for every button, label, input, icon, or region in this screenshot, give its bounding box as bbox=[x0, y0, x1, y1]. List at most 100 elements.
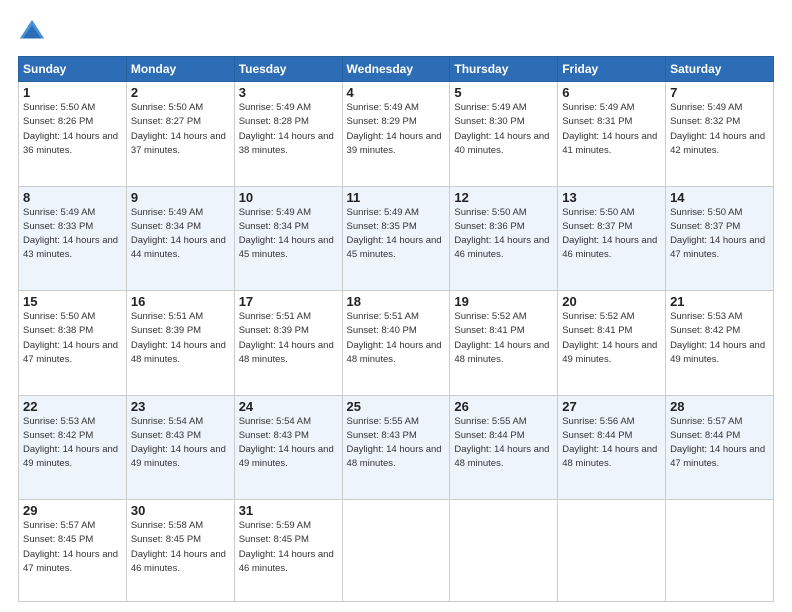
day-info: Sunrise: 5:55 AM Sunset: 8:43 PM Dayligh… bbox=[347, 415, 446, 472]
daylight-label: Daylight: 14 hours and 49 minutes. bbox=[239, 444, 334, 469]
sunset-label: Sunset: 8:29 PM bbox=[347, 116, 417, 127]
day-number: 19 bbox=[454, 294, 553, 309]
sunset-label: Sunset: 8:45 PM bbox=[239, 534, 309, 545]
daylight-label: Daylight: 14 hours and 48 minutes. bbox=[454, 340, 549, 365]
day-info: Sunrise: 5:58 AM Sunset: 8:45 PM Dayligh… bbox=[131, 519, 230, 576]
table-row: 9 Sunrise: 5:49 AM Sunset: 8:34 PM Dayli… bbox=[126, 186, 234, 291]
daylight-label: Daylight: 14 hours and 38 minutes. bbox=[239, 131, 334, 156]
daylight-label: Daylight: 14 hours and 47 minutes. bbox=[670, 444, 765, 469]
sunset-label: Sunset: 8:44 PM bbox=[562, 430, 632, 441]
table-row: 23 Sunrise: 5:54 AM Sunset: 8:43 PM Dayl… bbox=[126, 395, 234, 500]
daylight-label: Daylight: 14 hours and 48 minutes. bbox=[131, 340, 226, 365]
sunset-label: Sunset: 8:42 PM bbox=[23, 430, 93, 441]
sunset-label: Sunset: 8:41 PM bbox=[454, 325, 524, 336]
day-number: 17 bbox=[239, 294, 338, 309]
sunset-label: Sunset: 8:34 PM bbox=[239, 221, 309, 232]
header bbox=[18, 18, 774, 46]
table-row: 20 Sunrise: 5:52 AM Sunset: 8:41 PM Dayl… bbox=[558, 291, 666, 396]
daylight-label: Daylight: 14 hours and 40 minutes. bbox=[454, 131, 549, 156]
day-number: 29 bbox=[23, 503, 122, 518]
day-info: Sunrise: 5:54 AM Sunset: 8:43 PM Dayligh… bbox=[131, 415, 230, 472]
sunrise-label: Sunrise: 5:57 AM bbox=[23, 520, 95, 531]
sunrise-label: Sunrise: 5:51 AM bbox=[239, 311, 311, 322]
logo bbox=[18, 18, 50, 46]
sunrise-label: Sunrise: 5:50 AM bbox=[131, 102, 203, 113]
sunrise-label: Sunrise: 5:53 AM bbox=[23, 416, 95, 427]
table-row: 26 Sunrise: 5:55 AM Sunset: 8:44 PM Dayl… bbox=[450, 395, 558, 500]
daylight-label: Daylight: 14 hours and 49 minutes. bbox=[131, 444, 226, 469]
sunset-label: Sunset: 8:27 PM bbox=[131, 116, 201, 127]
daylight-label: Daylight: 14 hours and 46 minutes. bbox=[131, 549, 226, 574]
daylight-label: Daylight: 14 hours and 41 minutes. bbox=[562, 131, 657, 156]
table-row: 10 Sunrise: 5:49 AM Sunset: 8:34 PM Dayl… bbox=[234, 186, 342, 291]
sunrise-label: Sunrise: 5:50 AM bbox=[23, 311, 95, 322]
sunset-label: Sunset: 8:40 PM bbox=[347, 325, 417, 336]
table-row bbox=[342, 500, 450, 602]
sunrise-label: Sunrise: 5:50 AM bbox=[670, 207, 742, 218]
day-number: 14 bbox=[670, 190, 769, 205]
table-row: 25 Sunrise: 5:55 AM Sunset: 8:43 PM Dayl… bbox=[342, 395, 450, 500]
table-row bbox=[666, 500, 774, 602]
calendar-table: Sunday Monday Tuesday Wednesday Thursday… bbox=[18, 56, 774, 602]
sunrise-label: Sunrise: 5:56 AM bbox=[562, 416, 634, 427]
day-info: Sunrise: 5:49 AM Sunset: 8:34 PM Dayligh… bbox=[239, 206, 338, 263]
day-number: 23 bbox=[131, 399, 230, 414]
sunrise-label: Sunrise: 5:53 AM bbox=[670, 311, 742, 322]
sunset-label: Sunset: 8:41 PM bbox=[562, 325, 632, 336]
sunrise-label: Sunrise: 5:52 AM bbox=[562, 311, 634, 322]
sunset-label: Sunset: 8:39 PM bbox=[131, 325, 201, 336]
sunrise-label: Sunrise: 5:49 AM bbox=[562, 102, 634, 113]
sunset-label: Sunset: 8:31 PM bbox=[562, 116, 632, 127]
sunset-label: Sunset: 8:44 PM bbox=[454, 430, 524, 441]
sunset-label: Sunset: 8:43 PM bbox=[239, 430, 309, 441]
sunrise-label: Sunrise: 5:49 AM bbox=[239, 102, 311, 113]
day-number: 26 bbox=[454, 399, 553, 414]
sunset-label: Sunset: 8:35 PM bbox=[347, 221, 417, 232]
day-number: 21 bbox=[670, 294, 769, 309]
table-row: 16 Sunrise: 5:51 AM Sunset: 8:39 PM Dayl… bbox=[126, 291, 234, 396]
sunrise-label: Sunrise: 5:58 AM bbox=[131, 520, 203, 531]
table-row: 7 Sunrise: 5:49 AM Sunset: 8:32 PM Dayli… bbox=[666, 82, 774, 187]
day-number: 16 bbox=[131, 294, 230, 309]
col-monday: Monday bbox=[126, 57, 234, 82]
day-number: 3 bbox=[239, 85, 338, 100]
day-number: 31 bbox=[239, 503, 338, 518]
day-info: Sunrise: 5:52 AM Sunset: 8:41 PM Dayligh… bbox=[562, 310, 661, 367]
sunset-label: Sunset: 8:37 PM bbox=[562, 221, 632, 232]
sunset-label: Sunset: 8:45 PM bbox=[131, 534, 201, 545]
day-number: 30 bbox=[131, 503, 230, 518]
sunrise-label: Sunrise: 5:54 AM bbox=[239, 416, 311, 427]
table-row: 22 Sunrise: 5:53 AM Sunset: 8:42 PM Dayl… bbox=[19, 395, 127, 500]
calendar-week-row: 8 Sunrise: 5:49 AM Sunset: 8:33 PM Dayli… bbox=[19, 186, 774, 291]
day-info: Sunrise: 5:53 AM Sunset: 8:42 PM Dayligh… bbox=[670, 310, 769, 367]
day-number: 2 bbox=[131, 85, 230, 100]
sunset-label: Sunset: 8:26 PM bbox=[23, 116, 93, 127]
day-info: Sunrise: 5:57 AM Sunset: 8:44 PM Dayligh… bbox=[670, 415, 769, 472]
daylight-label: Daylight: 14 hours and 47 minutes. bbox=[670, 235, 765, 260]
daylight-label: Daylight: 14 hours and 44 minutes. bbox=[131, 235, 226, 260]
day-info: Sunrise: 5:50 AM Sunset: 8:37 PM Dayligh… bbox=[562, 206, 661, 263]
sunrise-label: Sunrise: 5:55 AM bbox=[454, 416, 526, 427]
daylight-label: Daylight: 14 hours and 48 minutes. bbox=[239, 340, 334, 365]
sunrise-label: Sunrise: 5:50 AM bbox=[454, 207, 526, 218]
day-info: Sunrise: 5:51 AM Sunset: 8:39 PM Dayligh… bbox=[131, 310, 230, 367]
table-row: 1 Sunrise: 5:50 AM Sunset: 8:26 PM Dayli… bbox=[19, 82, 127, 187]
day-number: 15 bbox=[23, 294, 122, 309]
sunset-label: Sunset: 8:28 PM bbox=[239, 116, 309, 127]
calendar-week-row: 1 Sunrise: 5:50 AM Sunset: 8:26 PM Dayli… bbox=[19, 82, 774, 187]
daylight-label: Daylight: 14 hours and 39 minutes. bbox=[347, 131, 442, 156]
sunrise-label: Sunrise: 5:49 AM bbox=[454, 102, 526, 113]
table-row: 5 Sunrise: 5:49 AM Sunset: 8:30 PM Dayli… bbox=[450, 82, 558, 187]
sunrise-label: Sunrise: 5:50 AM bbox=[562, 207, 634, 218]
table-row: 11 Sunrise: 5:49 AM Sunset: 8:35 PM Dayl… bbox=[342, 186, 450, 291]
day-info: Sunrise: 5:55 AM Sunset: 8:44 PM Dayligh… bbox=[454, 415, 553, 472]
sunset-label: Sunset: 8:43 PM bbox=[131, 430, 201, 441]
daylight-label: Daylight: 14 hours and 36 minutes. bbox=[23, 131, 118, 156]
day-info: Sunrise: 5:53 AM Sunset: 8:42 PM Dayligh… bbox=[23, 415, 122, 472]
daylight-label: Daylight: 14 hours and 49 minutes. bbox=[23, 444, 118, 469]
table-row: 4 Sunrise: 5:49 AM Sunset: 8:29 PM Dayli… bbox=[342, 82, 450, 187]
day-number: 4 bbox=[347, 85, 446, 100]
sunrise-label: Sunrise: 5:51 AM bbox=[347, 311, 419, 322]
day-number: 8 bbox=[23, 190, 122, 205]
calendar-week-row: 15 Sunrise: 5:50 AM Sunset: 8:38 PM Dayl… bbox=[19, 291, 774, 396]
